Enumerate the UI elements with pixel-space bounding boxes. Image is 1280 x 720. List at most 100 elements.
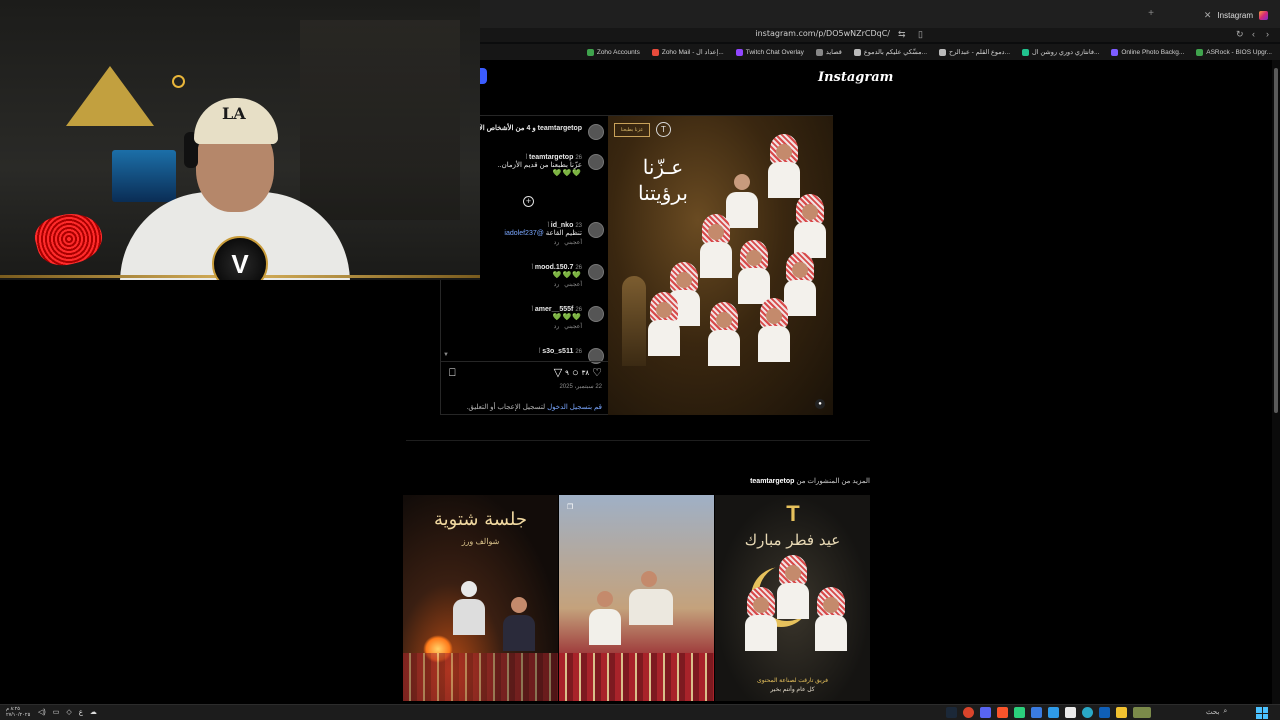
post-tile[interactable]: ❐ [559,495,714,701]
avatar[interactable] [588,124,604,140]
kingdom-tower-graphic [622,276,646,366]
person-figure [777,555,809,619]
tab-title: Instagram [1217,10,1253,20]
action-icons: ▽ ٩ ○ ٣٨ ♡ [553,366,602,380]
comments-scroll-down-icon[interactable]: ▼ [443,352,449,358]
bookmark-item[interactable]: Zoho Accounts [586,48,640,56]
person-figure [758,298,790,362]
bookmark-favicon-icon [939,48,946,56]
load-more-comments-icon[interactable]: + [523,196,534,207]
taskbar: ٨:٢٥ م ٢٧/١٠/٢٠٢٥ ◁) ▭ ◇ ع ☁ بحث ⌕ [0,704,1280,720]
tagged-users-icon[interactable]: ● [815,399,825,409]
image-logos: عزنا بطبعنا T [614,122,671,137]
comment-row: id_nko 23 أ تنظيم القاعة @iadolef237 أعج… [504,222,604,246]
close-tab-icon[interactable]: ✕ [1204,10,1212,21]
reload-icon[interactable]: ↻ [1236,29,1244,40]
instagram-logo[interactable]: Instagram [818,70,893,85]
store-icon[interactable] [1065,707,1076,718]
target-logo-icon: T [786,501,800,526]
login-prompt: قم بتسجيل الدخول لتسجيل الإعجاب أو التعل… [466,404,602,411]
bookmark-item[interactable]: دموع القلم - عبدالرح... [939,48,1010,56]
network-icon[interactable]: ◇ [66,708,71,716]
bookmark-favicon-icon [735,48,743,56]
onedrive-icon[interactable]: ☁ [90,708,97,716]
app-icon[interactable] [963,707,974,718]
bookmark-star-icon[interactable]: ▯ [918,29,923,40]
comment-row: mood.150.7 26 أ 💚💚💚 أعجبني رد [532,264,604,288]
bookmark-item[interactable]: فانتازي دوري روشن ال... [1022,48,1099,56]
more-posts-title: المزيد من المنشورات من teamtargetop [750,478,870,485]
person-figure [738,240,770,304]
start-button-icon[interactable] [1256,707,1268,719]
heart-icon[interactable]: ♡ [592,366,602,379]
back-icon[interactable]: ‹ [1252,29,1255,39]
instagram-favicon-icon [1259,10,1268,20]
brave-icon[interactable] [997,707,1008,718]
bookmarks-bar: ASRock - BIOS Upgr... Online Photo Backg… [480,44,1280,60]
system-tray: ◁) ▭ ◇ ع ☁ [38,708,97,716]
page-scrollbar[interactable] [1272,60,1280,704]
avatar[interactable] [588,306,604,322]
azzna-logo: عزنا بطبعنا [614,122,650,137]
active-app-icon[interactable] [1133,707,1151,718]
screen: + Instagram ✕ ↻ ‹ › ▯ ⇆ instagram.com/p/… [0,0,1280,720]
bookmark-item[interactable]: Zoho Mail - إعداد ال... [651,48,724,56]
person-figure [589,585,621,645]
display-icon[interactable]: ▭ [53,708,60,716]
bookmark-favicon-icon [586,48,594,56]
search-icon: ⌕ [1223,708,1228,715]
app-icon[interactable] [1048,707,1059,718]
comment-icon[interactable]: ○ [572,367,579,379]
post-actions: ▽ ٩ ○ ٣٨ ♡ ⎕ 22 سبتمبر، 2025 قم بتسجيل ا… [441,361,608,415]
file-explorer-icon[interactable] [1116,707,1127,718]
edge-icon[interactable] [1082,707,1093,718]
webcam-overlay: LA V [0,0,480,280]
taskbar-apps [946,707,1151,718]
url-text[interactable]: instagram.com/p/DO5wNZrCDqC/ [755,29,890,38]
keyboard-language[interactable]: ع [79,708,83,716]
post-image[interactable]: عزنا بطبعنا T عـزّنا برؤيتنا ● [608,116,833,415]
login-link[interactable]: قم بتسجيل الدخول [547,404,602,411]
person-figure [815,587,847,651]
avatar[interactable] [588,264,604,280]
person-figure [629,565,673,625]
avatar[interactable] [588,154,604,170]
app-icon[interactable] [1014,707,1025,718]
more-posts-grid: جلسة شتوية شوالف ورز ❐ T عيد فطر مبارك ف… [403,495,870,701]
taskbar-search[interactable]: بحث ⌕ [1206,708,1227,716]
app-icon[interactable] [1099,707,1110,718]
bookmark-item[interactable]: ASRock - BIOS Upgr... [1196,48,1272,56]
target-logo-icon: T [656,122,671,137]
bookmark-item[interactable]: قصايد [815,48,842,56]
person-figure [794,194,826,258]
bookmark-favicon-icon [1196,48,1204,56]
share-icon[interactable]: ▽ [554,366,562,379]
folder-icon [815,48,823,56]
forward-icon[interactable]: › [1266,29,1269,39]
volume-icon[interactable]: ◁) [38,708,46,716]
multi-image-icon: ❐ [567,504,574,511]
avatar[interactable] [588,222,604,238]
bookmark-item[interactable]: Online Photo Backg... [1111,48,1184,56]
save-bookmark-icon[interactable]: ⎕ [449,367,456,380]
login-banner-edge[interactable] [480,68,487,84]
post-tile[interactable]: جلسة شتوية شوالف ورز [403,495,558,701]
rug-graphic [559,653,714,701]
post-tile[interactable]: T عيد فطر مبارك فريق تارقت لصناعة المحتو… [715,495,870,701]
app-icon[interactable] [1031,707,1042,718]
background-screen [112,150,176,202]
bookmark-item[interactable]: مسِّكي عليكم بالدموع... [853,48,927,56]
bookmark-item[interactable]: Twitch Chat Overlay [735,48,804,56]
browser-tab[interactable]: Instagram ✕ [1150,6,1268,24]
post-card: عزنا بطبعنا T عـزّنا برؤيتنا ● teamtarge… [440,115,833,415]
person-figure [768,134,800,198]
bookmark-favicon-icon [1111,48,1119,56]
discord-icon[interactable] [980,707,991,718]
taskbar-clock[interactable]: ٨:٢٥ م ٢٧/١٠/٢٠٢٥ [6,706,30,718]
scrollbar-thumb[interactable] [1274,68,1278,413]
steam-icon[interactable] [946,707,957,718]
person-figure [700,214,732,278]
site-settings-icon[interactable]: ⇆ [898,29,906,40]
person-figure [648,292,680,356]
person-figure [745,587,777,651]
